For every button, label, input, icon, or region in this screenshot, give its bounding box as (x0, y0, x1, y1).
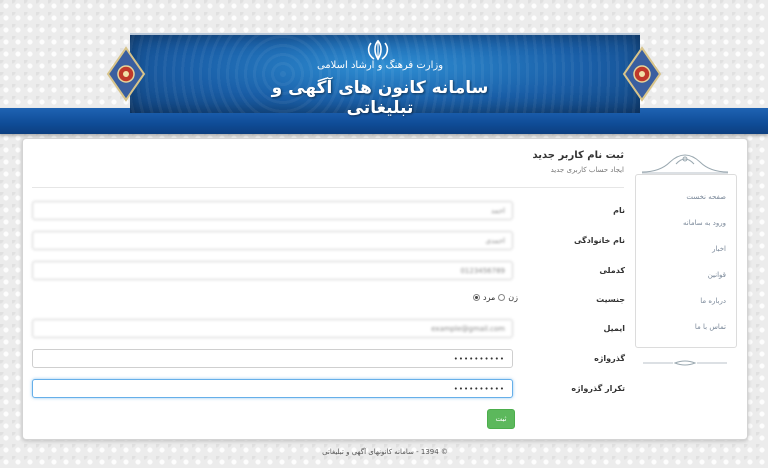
sidebar-item-about[interactable]: درباره ما (636, 297, 726, 305)
footer-copyright: © 1394 - سامانه کانونهای آگهی و تبلیغاتی (322, 448, 448, 456)
ministry-name: وزارت فرهنگ و ارشاد اسلامی (316, 60, 444, 71)
national-code-input[interactable] (32, 261, 513, 280)
ornament-medallion-left (106, 46, 146, 102)
sidebar-item-rules[interactable]: قوانین (636, 271, 726, 279)
email-input[interactable] (32, 319, 513, 338)
last-name-label: نام خانوادگی (573, 236, 625, 245)
password-input[interactable] (32, 349, 513, 368)
gender-female-radio[interactable] (498, 294, 506, 301)
ornament-medallion-right (622, 46, 662, 102)
sidebar-divider-ornament-icon (643, 360, 727, 366)
iran-emblem-icon (367, 39, 389, 61)
sidebar-item-home[interactable]: صفحه نخست (636, 193, 726, 201)
password-label: گذرواژه (594, 354, 625, 363)
gender-male-radio[interactable] (473, 294, 480, 301)
form-subheading: ایجاد حساب کاربری جدید (550, 166, 624, 174)
email-label: ایمیل (603, 324, 625, 333)
sidebar-item-contact[interactable]: تماس با ما (636, 323, 726, 331)
heading-divider (32, 187, 624, 188)
first-name-input[interactable] (32, 201, 513, 220)
national-code-label: کدملی (599, 266, 625, 275)
gender-male-label: مرد (483, 293, 496, 302)
submit-button[interactable]: ثبت (487, 409, 515, 429)
sidebar-item-news[interactable]: اخبار (636, 245, 726, 253)
sidebar-menu: صفحه نخست ورود به سامانه اخبار قوانین در… (635, 174, 737, 348)
last-name-input[interactable] (32, 231, 513, 250)
form-heading: ثبت نام کاربر جدید (532, 150, 624, 161)
sidebar-item-login[interactable]: ورود به سامانه (636, 219, 726, 227)
first-name-label: نام (613, 206, 625, 215)
gender-female-label: زن (508, 293, 519, 302)
repeat-password-input[interactable] (32, 379, 513, 398)
gender-radio-group: زن مرد (473, 293, 518, 302)
system-title: سامانه کانون های آگهی و تبلیغاتی (271, 78, 489, 118)
sidebar-ornament-icon (641, 154, 729, 174)
gender-label: جنسیت (596, 295, 625, 304)
repeat-password-label: تکرار گذرواژه (571, 384, 625, 393)
